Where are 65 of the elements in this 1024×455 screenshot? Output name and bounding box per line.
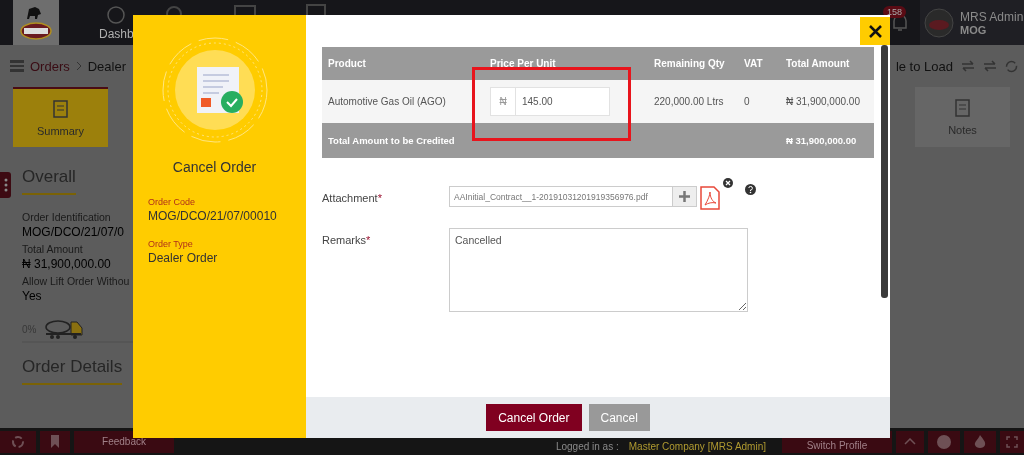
- nav-label[interactable]: Dashb: [99, 26, 134, 41]
- price-field[interactable]: ₦ 145.00: [490, 87, 610, 116]
- modal-title: Cancel Order: [171, 159, 258, 175]
- plus-icon: [679, 191, 690, 202]
- total-value: ₦ 31,900,000.00: [780, 123, 874, 158]
- recycle-button[interactable]: [0, 430, 36, 453]
- flame-button[interactable]: [964, 430, 996, 453]
- breadcrumb-item[interactable]: Orders: [30, 58, 70, 74]
- logged-in-user: Master Company [MRS Admin]: [628, 441, 766, 452]
- column-header: Total Amount: [780, 47, 874, 80]
- notification-badge: 158: [883, 6, 907, 18]
- toolbar-label: le to Load: [895, 58, 953, 74]
- bookmark-button[interactable]: [40, 430, 70, 453]
- expand-icon: [1006, 435, 1018, 448]
- tab[interactable]: Notes: [915, 87, 1010, 147]
- pdf-icon[interactable]: [700, 186, 720, 210]
- info-label: Order Code: [148, 197, 196, 207]
- chevron-up-icon: [904, 438, 916, 445]
- swap-icon[interactable]: [961, 60, 975, 72]
- breadcrumb-item[interactable]: Dealer: [87, 58, 127, 74]
- table-cell: ₦ 31,900,000.00: [780, 80, 874, 123]
- avatar-icon[interactable]: [924, 7, 954, 38]
- user-organization: MOG: [960, 23, 988, 36]
- bookmark-icon: [50, 435, 60, 448]
- field-label: Allow Lift Order Withou: [22, 275, 130, 287]
- clipboard-icon: [51, 99, 70, 119]
- remarks-field[interactable]: Cancelled: [449, 228, 748, 312]
- field-value: MOG/DCO/21/07/0: [22, 225, 125, 239]
- column-header: Remaining Qty: [648, 47, 738, 80]
- chevron-up-button[interactable]: [896, 430, 924, 453]
- expand-button[interactable]: [1000, 430, 1024, 453]
- tanker-truck-icon: [44, 318, 85, 340]
- add-button[interactable]: [673, 186, 697, 207]
- scrollbar[interactable]: [881, 45, 888, 298]
- table-cell: 0: [738, 80, 780, 123]
- chevron-icon: [75, 61, 82, 71]
- info-value: Dealer Order: [148, 251, 218, 265]
- field-label: Total Amount: [22, 243, 83, 255]
- refresh-icon[interactable]: [1005, 59, 1018, 73]
- remove-icon[interactable]: [723, 178, 733, 188]
- total-label: Total Amount to be Credited: [322, 123, 780, 158]
- file-field[interactable]: AAInitial_Contract__1-20191031201919356976.pdf: [449, 186, 673, 207]
- close-button[interactable]: [860, 17, 890, 45]
- logged-in-label: Logged in as :: [555, 441, 619, 452]
- cancel-order-button[interactable]: Cancel Order: [486, 404, 582, 431]
- info-label: Order Type: [148, 239, 193, 249]
- recycle-icon: [11, 434, 25, 449]
- column-header: VAT: [738, 47, 780, 80]
- info-value: MOG/DCO/21/07/00010: [148, 209, 277, 223]
- table-cell: 220,000.00 Ltrs: [648, 80, 738, 123]
- cancel-button[interactable]: Cancel: [588, 404, 650, 431]
- tab[interactable]: Summary: [13, 87, 108, 147]
- field-label: Order Identification: [22, 211, 111, 223]
- side-menu-handle[interactable]: [0, 172, 11, 198]
- user-name: MRS Admin: [960, 9, 1024, 24]
- field-label: Remarks*: [322, 233, 372, 246]
- swap-icon[interactable]: [983, 60, 997, 72]
- field-value: Yes: [22, 289, 42, 303]
- help-button[interactable]: [928, 430, 960, 453]
- field-label: Attachment*: [322, 191, 383, 204]
- column-header: Product: [322, 47, 484, 80]
- clipboard-icon: [953, 98, 972, 118]
- close-icon: [868, 24, 882, 38]
- list-icon[interactable]: [10, 60, 24, 72]
- table-cell: Automotive Gas Oil (AGO): [322, 80, 484, 123]
